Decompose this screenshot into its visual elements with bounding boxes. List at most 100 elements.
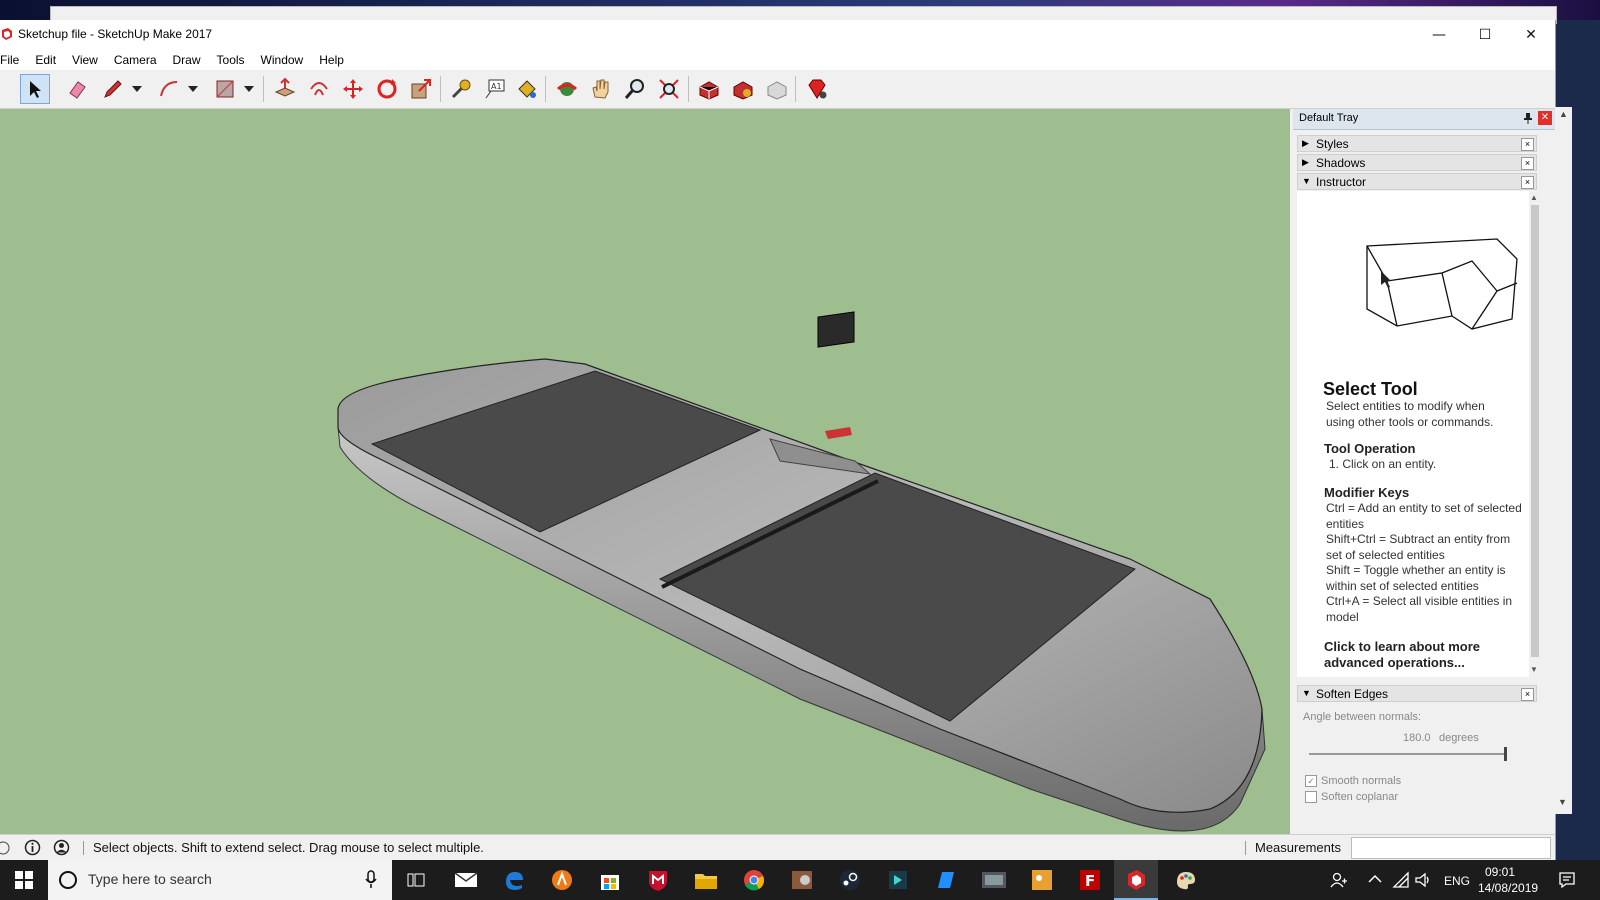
taskbar-search-box[interactable]: Type here to search [48, 860, 392, 900]
geo-location-icon[interactable] [0, 840, 10, 856]
tape-measure-tool-button[interactable] [446, 74, 476, 104]
taskbar-mcafee[interactable] [642, 864, 674, 896]
instructor-scrollbar[interactable]: ▲ ▼ [1529, 191, 1541, 677]
layout-button[interactable] [762, 74, 792, 104]
extension-warehouse-button[interactable] [728, 74, 758, 104]
arc-tool-dropdown[interactable] [186, 74, 200, 104]
outer-scrollbar[interactable]: ▲ ▼ [1555, 107, 1572, 814]
taskbar-steam[interactable] [834, 864, 866, 896]
paint-bucket-tool-button[interactable] [512, 74, 542, 104]
user-account-icon[interactable] [53, 839, 70, 856]
taskbar-notes-app[interactable] [930, 864, 962, 896]
scroll-thumb[interactable] [1531, 205, 1539, 657]
measurements-input[interactable] [1351, 837, 1551, 859]
panel-shadows-header[interactable]: ▶ Shadows × [1297, 154, 1537, 171]
close-button[interactable]: ✕ [1508, 20, 1554, 50]
menu-window[interactable]: Window [253, 53, 312, 67]
taskbar-chrome[interactable] [738, 864, 770, 896]
panel-styles-header[interactable]: ▶ Styles × [1297, 135, 1537, 152]
taskbar-file-explorer[interactable] [690, 864, 722, 896]
toolbar-separator [440, 76, 441, 102]
tray-close-button[interactable]: ✕ [1538, 111, 1552, 125]
svg-text:F: F [1085, 872, 1095, 890]
3d-warehouse-button[interactable] [694, 74, 724, 104]
taskbar-store[interactable] [594, 864, 626, 896]
taskbar-mail[interactable] [450, 864, 482, 896]
orbit-tool-button[interactable] [552, 74, 582, 104]
taskbar-paint-app[interactable] [1170, 864, 1202, 896]
edge-icon [506, 872, 523, 890]
zoom-tool-button[interactable] [620, 74, 650, 104]
pin-icon[interactable] [1521, 111, 1535, 125]
panel-instructor-header[interactable]: ▼ Instructor × [1297, 173, 1537, 190]
windows-logo-icon [15, 871, 33, 889]
clock-date[interactable]: 14/08/2019 [1478, 881, 1538, 895]
taskbar-filezilla[interactable]: F [1074, 864, 1106, 896]
menu-camera[interactable]: Camera [106, 53, 165, 67]
select-tool-button[interactable] [20, 74, 50, 104]
3d-viewport[interactable] [0, 109, 1290, 834]
panel-close-icon[interactable]: × [1521, 688, 1534, 701]
taskbar-image-app[interactable] [1026, 864, 1058, 896]
microphone-icon[interactable] [364, 870, 378, 890]
shape-tool-dropdown[interactable] [242, 74, 256, 104]
credits-info-icon[interactable] [24, 839, 41, 856]
line-tool-button[interactable] [98, 74, 128, 104]
panel-close-icon[interactable]: × [1521, 157, 1534, 170]
dropdown-arrow-icon [244, 86, 254, 92]
soften-coplanar-checkbox[interactable] [1305, 791, 1317, 803]
learn-more-link[interactable]: Click to learn about more advanced opera… [1324, 639, 1524, 670]
rotate-tool-button[interactable] [372, 74, 402, 104]
scroll-down-icon[interactable]: ▼ [1530, 665, 1538, 674]
ruby-console-button[interactable] [802, 74, 832, 104]
panel-shadows-label: Shadows [1316, 156, 1366, 170]
minimize-button[interactable]: — [1416, 20, 1462, 50]
move-tool-button[interactable] [338, 74, 368, 104]
angle-slider-thumb[interactable] [1504, 747, 1507, 761]
taskbar-media-app[interactable] [882, 864, 914, 896]
panel-soften-edges-header[interactable]: ▼ Soften Edges × [1297, 685, 1537, 702]
zoom-extents-tool-button[interactable] [654, 74, 684, 104]
task-view-button[interactable] [400, 864, 432, 896]
taskbar-media-player[interactable] [978, 864, 1010, 896]
menu-view[interactable]: View [64, 53, 106, 67]
maximize-button[interactable]: ☐ [1462, 20, 1508, 50]
menu-draw[interactable]: Draw [165, 53, 209, 67]
notifications-icon[interactable] [1558, 871, 1576, 889]
menu-file[interactable]: File [0, 53, 27, 67]
menu-help[interactable]: Help [311, 53, 352, 67]
panel-close-icon[interactable]: × [1521, 176, 1534, 189]
angle-slider-track[interactable] [1309, 747, 1507, 761]
scroll-down-icon[interactable]: ▼ [1558, 797, 1567, 807]
offset-tool-button[interactable] [304, 74, 334, 104]
move-icon [343, 79, 363, 99]
pan-tool-button[interactable] [586, 74, 616, 104]
clock-time[interactable]: 09:01 [1485, 865, 1515, 879]
text-tool-button[interactable]: A1 [480, 74, 510, 104]
wifi-icon[interactable] [1392, 871, 1410, 889]
taskbar-edge[interactable] [498, 864, 530, 896]
tool-operation-heading: Tool Operation [1324, 441, 1416, 456]
taskbar-sketchup[interactable] [1114, 860, 1158, 900]
push-pull-tool-button[interactable] [270, 74, 300, 104]
scroll-up-icon[interactable]: ▲ [1530, 193, 1538, 202]
line-tool-dropdown[interactable] [130, 74, 144, 104]
scroll-up-icon[interactable]: ▲ [1559, 109, 1568, 119]
collapsed-arrow-icon: ▶ [1302, 138, 1309, 148]
menu-tools[interactable]: Tools [209, 53, 253, 67]
scale-tool-button[interactable] [406, 74, 436, 104]
warehouse-icon [699, 81, 719, 100]
taskbar-photo-app[interactable] [786, 864, 818, 896]
chevron-up-icon[interactable] [1368, 874, 1382, 884]
arc-tool-button[interactable] [154, 74, 184, 104]
menu-edit[interactable]: Edit [27, 53, 64, 67]
taskbar-avast[interactable] [546, 864, 578, 896]
people-icon[interactable] [1330, 871, 1348, 889]
eraser-tool-button[interactable] [62, 74, 92, 104]
smooth-normals-checkbox[interactable]: ✓ [1305, 775, 1317, 787]
panel-close-icon[interactable]: × [1521, 138, 1534, 151]
speaker-icon[interactable] [1414, 871, 1432, 889]
language-indicator[interactable]: ENG [1444, 874, 1470, 888]
start-button[interactable] [8, 864, 40, 896]
rectangle-tool-button[interactable] [210, 74, 240, 104]
